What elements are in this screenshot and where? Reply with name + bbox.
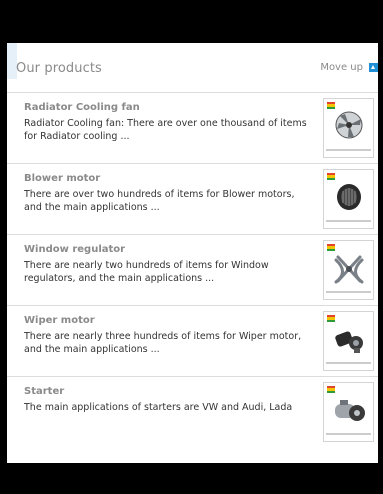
product-item-wiper-motor[interactable]: Wiper motor There are nearly three hundr…: [7, 306, 378, 377]
product-item-radiator-cooling-fan[interactable]: Radiator Cooling fan Radiator Cooling fa…: [7, 93, 378, 164]
image-caption: [326, 433, 371, 435]
flag-icon: [327, 173, 335, 180]
starter-image[interactable]: [323, 382, 374, 442]
wiper-motor-icon: [335, 331, 363, 353]
blower-icon: [337, 184, 361, 210]
section-title: Our products: [16, 61, 102, 76]
image-caption: [326, 362, 371, 364]
image-caption: [326, 291, 371, 293]
flag-icon: [327, 315, 335, 322]
product-item-window-regulator[interactable]: Window regulator There are nearly two hu…: [7, 235, 378, 306]
product-title[interactable]: Window regulator: [24, 244, 125, 255]
blower-motor-image[interactable]: [323, 169, 374, 229]
flag-icon: [327, 386, 335, 393]
product-list: Radiator Cooling fan Radiator Cooling fa…: [7, 93, 378, 448]
product-title[interactable]: Radiator Cooling fan: [24, 102, 140, 113]
move-up-label[interactable]: Move up: [320, 62, 363, 73]
window-regulator-image[interactable]: [323, 240, 374, 300]
image-caption: [326, 220, 371, 222]
product-description: Radiator Cooling fan: There are over one…: [24, 118, 307, 142]
move-up-link[interactable]: Move up: [320, 62, 378, 73]
wiper-motor-image[interactable]: [323, 311, 374, 371]
product-title[interactable]: Starter: [24, 386, 64, 397]
product-description: There are over two hundreds of items for…: [24, 189, 295, 213]
product-item-blower-motor[interactable]: Blower motor There are over two hundreds…: [7, 164, 378, 235]
product-title[interactable]: Blower motor: [24, 173, 100, 184]
starter-icon: [335, 400, 365, 421]
product-title[interactable]: Wiper motor: [24, 315, 95, 326]
product-description: The main applications of starters are VW…: [24, 402, 293, 413]
fan-icon: [335, 111, 363, 139]
products-panel: Our products Move up Radiator Cooling fa…: [7, 43, 378, 463]
flag-icon: [327, 244, 335, 251]
image-caption: [326, 149, 371, 151]
page-frame: Our products Move up Radiator Cooling fa…: [0, 0, 383, 494]
flag-icon: [327, 102, 335, 109]
product-description: There are nearly three hundreds of items…: [24, 331, 302, 355]
product-description: There are nearly two hundreds of items f…: [24, 260, 269, 284]
window-regulator-icon: [334, 255, 364, 284]
radiator-cooling-fan-image[interactable]: [323, 98, 374, 158]
products-header: Our products Move up: [7, 43, 378, 93]
product-item-starter[interactable]: Starter The main applications of starter…: [7, 377, 378, 448]
arrow-up-icon[interactable]: [369, 63, 378, 72]
